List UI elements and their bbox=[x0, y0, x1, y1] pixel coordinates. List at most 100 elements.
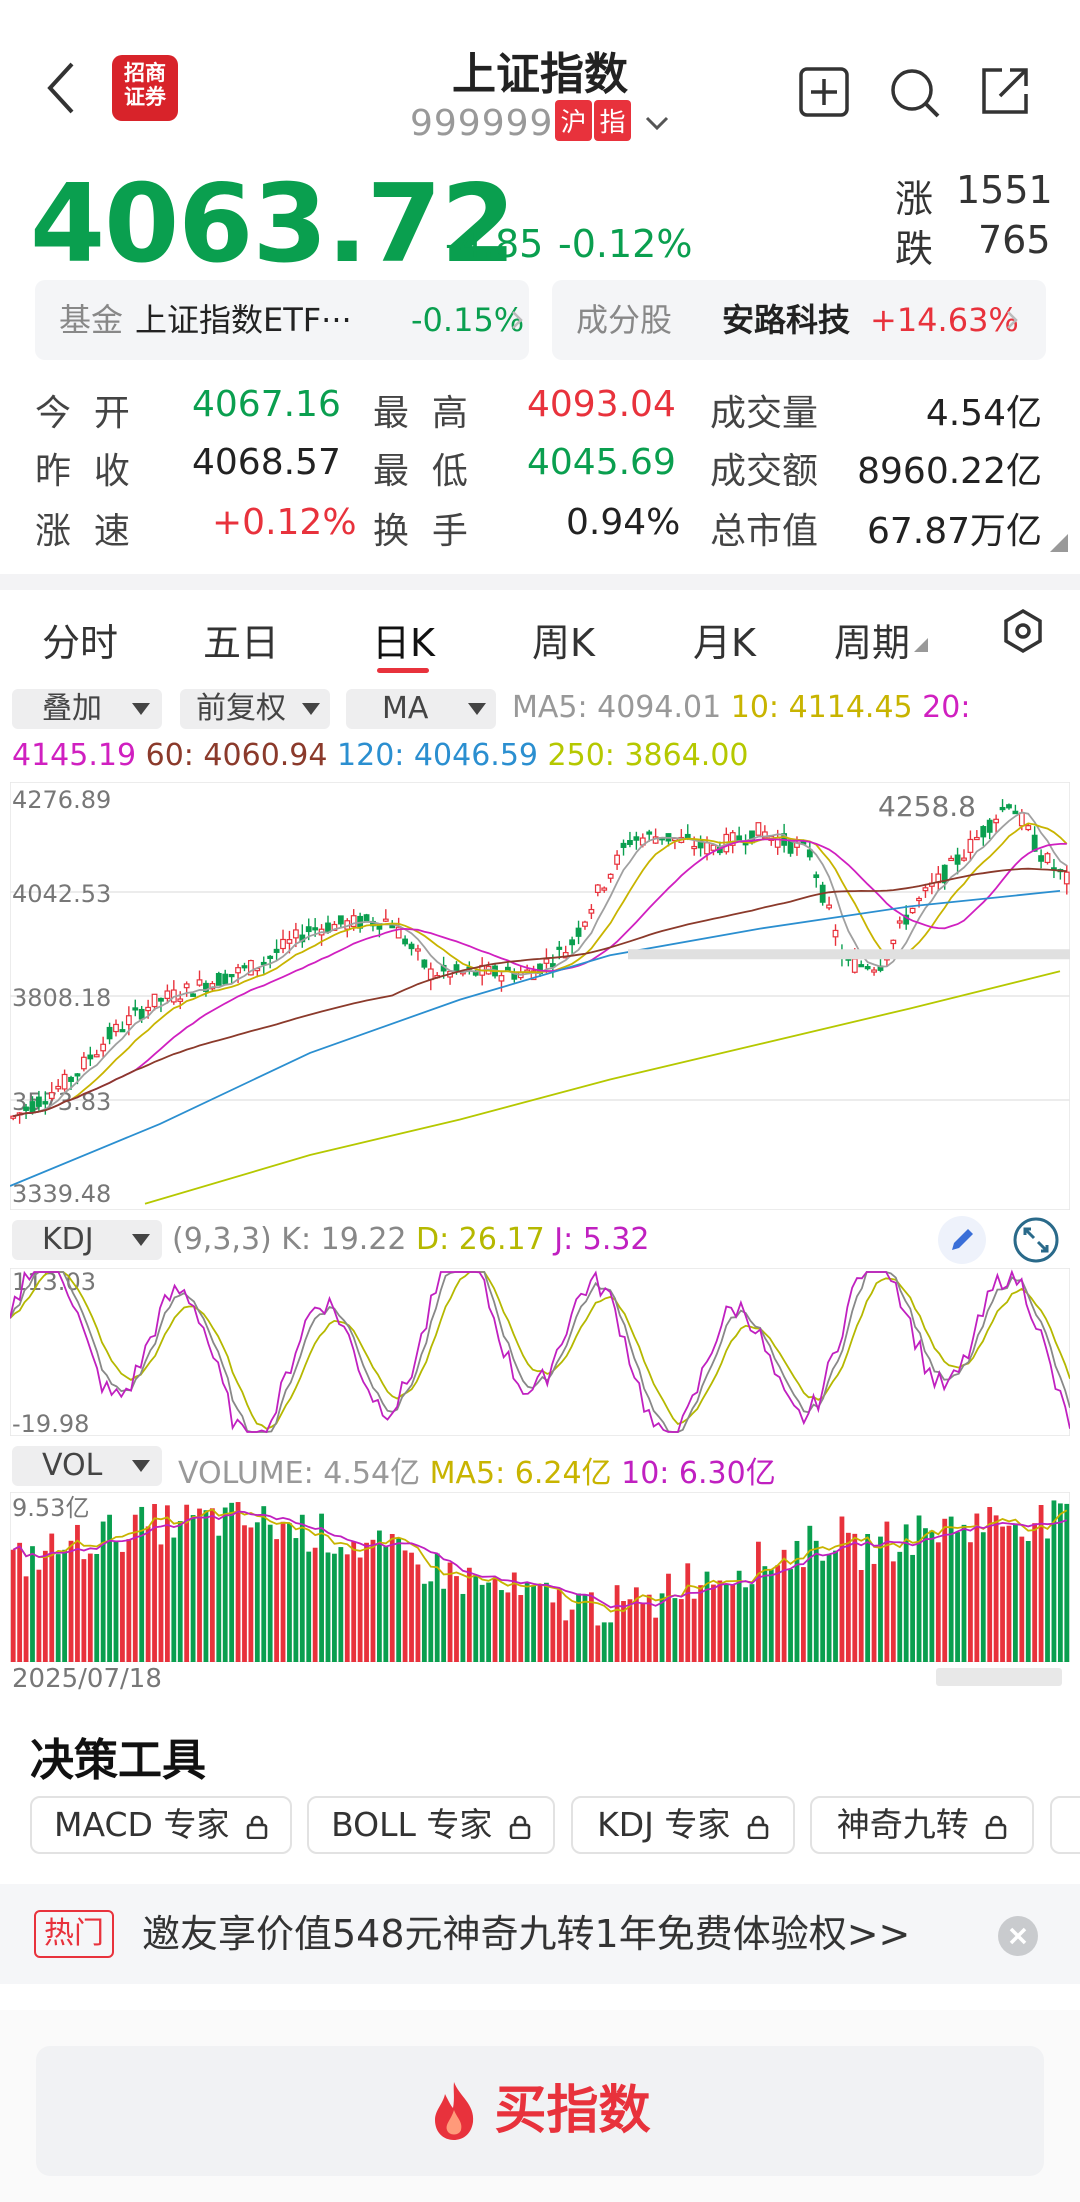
candle bbox=[1038, 855, 1044, 862]
volume-bar bbox=[942, 1518, 948, 1662]
chevron-right-icon bbox=[512, 311, 523, 329]
add-watchlist-icon[interactable] bbox=[798, 66, 850, 122]
kdj-chart[interactable]: 113.03-19.98 bbox=[10, 1268, 1070, 1436]
boll-expert-chip[interactable]: BOLL 专家 bbox=[307, 1796, 555, 1854]
kdj-selector[interactable]: KDJ bbox=[12, 1220, 162, 1260]
volume-bar bbox=[743, 1587, 748, 1662]
tab-five-day[interactable]: 五日 bbox=[203, 612, 279, 667]
related-fund-card[interactable]: 基金 上证指数ETF··· -0.15% bbox=[35, 280, 529, 360]
volume-bar bbox=[749, 1584, 755, 1662]
volume-bar bbox=[653, 1617, 659, 1662]
volume-bar bbox=[261, 1506, 267, 1662]
volume-bar bbox=[640, 1603, 646, 1662]
volume-bar bbox=[595, 1625, 601, 1662]
volume-bar bbox=[94, 1553, 100, 1662]
close-promo-icon[interactable] bbox=[998, 1916, 1038, 1956]
nine-turn-label: 神奇九转 bbox=[836, 1805, 969, 1844]
candle bbox=[36, 1096, 42, 1107]
expand-corner-icon[interactable] bbox=[1050, 534, 1068, 552]
candle bbox=[280, 938, 286, 950]
volume-bar bbox=[833, 1550, 838, 1662]
volume-bar bbox=[556, 1589, 562, 1662]
candle bbox=[986, 819, 993, 833]
share-icon[interactable] bbox=[978, 64, 1032, 122]
candle bbox=[190, 993, 196, 997]
candle bbox=[325, 922, 331, 933]
candle bbox=[125, 1015, 132, 1026]
volume-bar bbox=[158, 1544, 164, 1662]
buy-index-button[interactable]: 买指数 bbox=[36, 2046, 1044, 2176]
candle bbox=[145, 1006, 152, 1012]
chevron-down-icon bbox=[645, 116, 668, 131]
lock-icon bbox=[509, 1815, 531, 1840]
fund-name: 上证指数ETF··· bbox=[135, 301, 352, 339]
more-tools-chip[interactable] bbox=[1050, 1796, 1080, 1854]
overlay-selector[interactable]: 叠加 bbox=[12, 689, 162, 729]
tab-daily-k[interactable]: 日K bbox=[372, 612, 435, 667]
volume-chart[interactable]: 9.53亿 bbox=[10, 1492, 1070, 1662]
kdj-d-line bbox=[10, 1271, 1070, 1430]
candle bbox=[1006, 804, 1012, 809]
top-component-card[interactable]: 成分股 安路科技 +14.63% bbox=[552, 280, 1046, 360]
candle bbox=[23, 1106, 29, 1111]
tab-monthly-k[interactable]: 月K bbox=[693, 612, 756, 667]
volume-bar bbox=[306, 1551, 312, 1662]
chart-settings-icon[interactable] bbox=[1000, 608, 1046, 654]
chart-scrollbar[interactable] bbox=[936, 1668, 1062, 1686]
section-title-tools: 决策工具 bbox=[30, 1735, 206, 1786]
volume-bar bbox=[544, 1582, 549, 1662]
promo-text: 邀友享价值548元神奇九转1年免费体验权>> bbox=[142, 1912, 911, 1956]
candle bbox=[704, 842, 710, 855]
candle bbox=[961, 857, 967, 861]
volume-bar bbox=[1006, 1525, 1012, 1662]
volume-bar bbox=[357, 1557, 363, 1662]
volume-bar bbox=[852, 1533, 858, 1662]
candle bbox=[415, 948, 421, 952]
promo-banner[interactable]: 热门 邀友享价值548元神奇九转1年免费体验权>> bbox=[0, 1884, 1080, 1984]
volume-bar bbox=[164, 1505, 170, 1662]
candle bbox=[1012, 810, 1019, 815]
edit-indicator-icon[interactable] bbox=[938, 1216, 986, 1264]
kline-chart[interactable]: 4276.89 4042.53 3808.18 3573.83 3339.48 4258.… bbox=[10, 782, 1070, 1210]
candle bbox=[80, 1056, 87, 1070]
caret-down-icon bbox=[132, 703, 150, 715]
volume-bar bbox=[396, 1537, 402, 1662]
candle bbox=[48, 1092, 55, 1099]
fullscreen-icon[interactable] bbox=[1012, 1216, 1060, 1268]
volume-bar bbox=[826, 1554, 832, 1662]
indicator-selector[interactable]: MA bbox=[346, 689, 496, 729]
ma250-value: 250: 3864.00 bbox=[547, 738, 749, 773]
tab-intraday[interactable]: 分时 bbox=[42, 612, 118, 667]
candle bbox=[151, 993, 158, 1008]
component-name: 安路科技 bbox=[722, 301, 851, 339]
volume-bar bbox=[627, 1599, 633, 1662]
fall-count: 765 bbox=[978, 218, 1051, 262]
adjust-selector[interactable]: 前复权 bbox=[180, 689, 330, 729]
candle bbox=[851, 958, 858, 973]
volume-bar bbox=[216, 1535, 222, 1662]
macd-expert-chip[interactable]: MACD 专家 bbox=[30, 1796, 292, 1854]
search-icon[interactable] bbox=[888, 66, 942, 124]
prev-close-label: 昨 收 bbox=[35, 451, 130, 492]
candle bbox=[1063, 871, 1070, 885]
index-code-selector[interactable]: 999999 沪指 bbox=[410, 100, 670, 144]
tab-period[interactable]: 周期 bbox=[834, 612, 910, 667]
volume-bar bbox=[36, 1569, 42, 1662]
volume-bar bbox=[1038, 1505, 1044, 1662]
vol-selector[interactable]: VOL bbox=[12, 1446, 162, 1486]
volume-bar bbox=[935, 1542, 941, 1662]
volume-bar bbox=[531, 1585, 536, 1662]
volume-bar bbox=[910, 1554, 916, 1662]
nine-turn-chip[interactable]: 神奇九转 bbox=[810, 1796, 1034, 1854]
volume-bar bbox=[145, 1526, 151, 1662]
candle bbox=[826, 904, 832, 909]
open-value: 4067.16 bbox=[192, 384, 341, 425]
volume-bar bbox=[974, 1513, 980, 1662]
volume-bar bbox=[1019, 1536, 1025, 1662]
price-change-pct: -0.12% bbox=[558, 222, 693, 266]
tab-weekly-k[interactable]: 周K bbox=[532, 612, 595, 667]
kdj-expert-chip[interactable]: KDJ 专家 bbox=[571, 1796, 795, 1854]
ma120-line bbox=[10, 890, 1061, 1187]
volume-bar bbox=[550, 1602, 556, 1662]
volume-bar bbox=[376, 1530, 382, 1662]
